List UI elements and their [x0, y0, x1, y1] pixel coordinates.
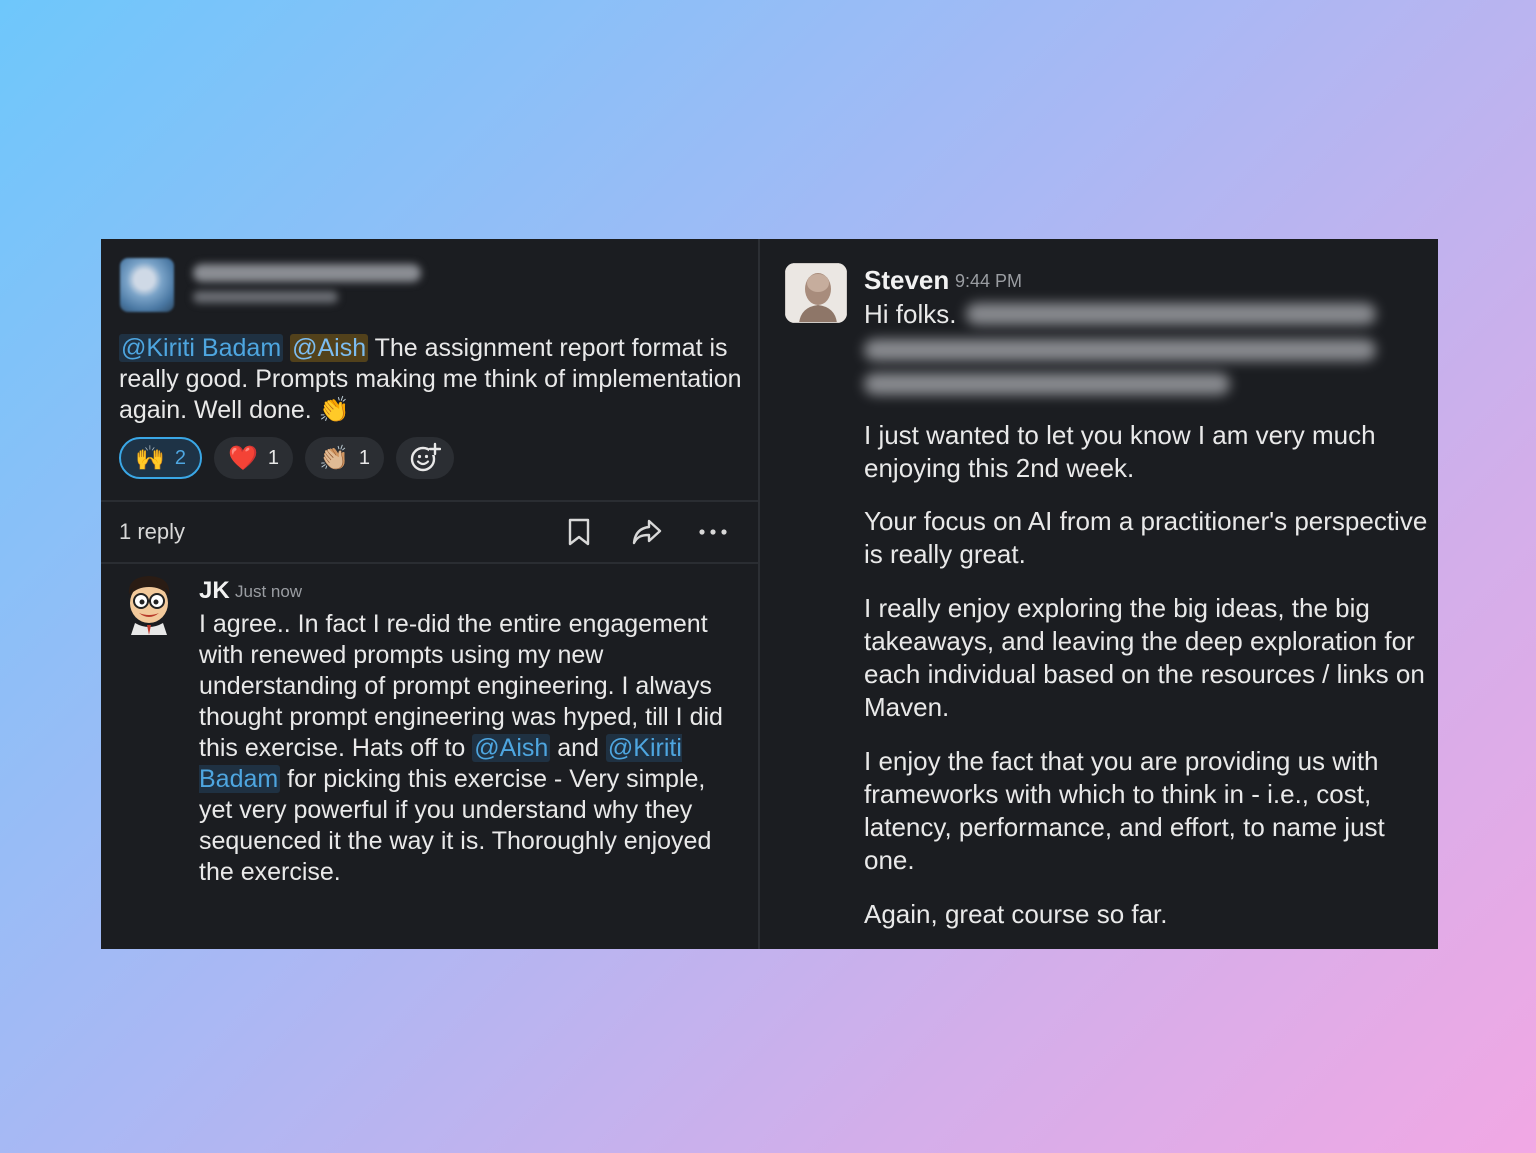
clap-emoji: 👏🏼: [319, 444, 349, 472]
bookmark-icon: [568, 518, 590, 546]
timestamp-blurred: [193, 291, 338, 303]
reaction-count: 1: [267, 446, 280, 469]
heart-emoji: ❤️: [228, 444, 258, 472]
share-button[interactable]: [631, 517, 663, 547]
more-actions-button[interactable]: [697, 525, 729, 539]
divider: [101, 562, 758, 564]
author-avatar-blurred[interactable]: [120, 258, 174, 312]
message-paragraph: Again, great course so far.: [864, 899, 1168, 929]
left-thread-panel: @Kiriti Badam @Aish The assignment repor…: [101, 239, 758, 949]
steven-avatar[interactable]: [785, 263, 847, 323]
reaction-count: 1: [358, 446, 371, 469]
chat-screenshots-card: @Kiriti Badam @Aish The assignment repor…: [101, 239, 1438, 949]
message-timestamp[interactable]: 9:44 PM: [955, 271, 1022, 292]
more-icon: [699, 529, 727, 535]
clap-emoji: 👏: [318, 396, 350, 424]
mention-kiriti[interactable]: @Kiriti Badam: [119, 334, 284, 362]
raised-hands-emoji: 🙌: [135, 444, 165, 472]
reply-text: and: [550, 734, 606, 762]
message-paragraph: I enjoy the fact that you are providing …: [864, 746, 1385, 875]
jk-cartoon-avatar[interactable]: [121, 573, 177, 635]
reaction-heart[interactable]: ❤️ 1: [214, 437, 294, 479]
redacted-text: [864, 373, 1230, 395]
reaction-bar: 🙌 2 ❤️ 1 👏🏼 1: [119, 437, 455, 483]
reply-body: I agree.. In fact I re-did the entire en…: [199, 609, 744, 888]
bookmark-button[interactable]: [567, 517, 591, 547]
redacted-text: [864, 339, 1376, 361]
message-paragraph: Your focus on AI from a practitioner's p…: [864, 506, 1428, 569]
reaction-count: 2: [174, 446, 187, 469]
add-reaction-icon: [410, 442, 442, 472]
message-paragraph: I just wanted to let you know I am very …: [864, 420, 1376, 483]
reply-count[interactable]: 1 reply: [119, 519, 185, 545]
right-message-panel: Steven 9:44 PM Hi folks. I just wanted t…: [760, 239, 1438, 949]
message-author[interactable]: Steven: [864, 265, 949, 296]
reply-timestamp[interactable]: Just now: [235, 582, 302, 602]
divider: [101, 500, 758, 502]
message-paragraph: I really enjoy exploring the big ideas, …: [864, 593, 1425, 722]
add-reaction-button[interactable]: [396, 437, 455, 479]
message-body: @Kiriti Badam @Aish The assignment repor…: [119, 333, 749, 426]
share-icon: [632, 519, 662, 545]
mention-aish[interactable]: @Aish: [472, 734, 551, 762]
reaction-raised-hands[interactable]: 🙌 2: [119, 437, 203, 479]
author-name-blurred[interactable]: [193, 264, 421, 282]
reply-author[interactable]: JK: [199, 577, 230, 605]
mention-aish[interactable]: @Aish: [290, 334, 369, 362]
greeting-text: Hi folks.: [864, 299, 957, 329]
redacted-text: [966, 303, 1376, 325]
reaction-clap[interactable]: 👏🏼 1: [305, 437, 385, 479]
